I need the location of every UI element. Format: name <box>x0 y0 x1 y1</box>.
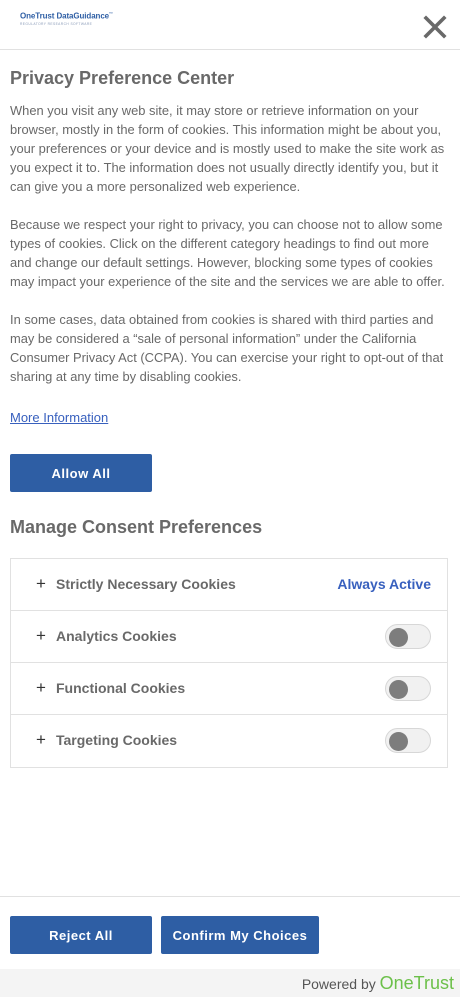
category-analytics[interactable]: + Analytics Cookies <box>11 611 447 663</box>
confirm-my-choices-button[interactable]: Confirm My Choices <box>161 916 319 954</box>
description: When you visit any web site, it may stor… <box>10 101 450 386</box>
category-targeting[interactable]: + Targeting Cookies <box>11 715 447 767</box>
logo-wordmark: OneTrust DataGuidance™ <box>20 11 113 21</box>
close-icon[interactable] <box>422 14 448 40</box>
category-label: Analytics Cookies <box>56 628 177 644</box>
plus-icon: + <box>36 730 46 749</box>
page-title: Privacy Preference Center <box>10 68 235 88</box>
category-label: Targeting Cookies <box>56 732 178 748</box>
always-active-status: Always Active <box>337 576 431 592</box>
consent-category-list: + Strictly Necessary Cookies Always Acti… <box>10 558 448 768</box>
toggle-knob <box>389 627 408 647</box>
category-label: Functional Cookies <box>56 680 186 696</box>
onetrust-brand: OneTrust <box>379 973 454 993</box>
logo-tagline: Regulatory Research Software <box>20 21 93 26</box>
category-functional[interactable]: + Functional Cookies <box>11 663 447 715</box>
plus-icon: + <box>36 626 46 645</box>
powered-by-bar: Powered by OneTrust <box>0 969 460 997</box>
reject-all-button[interactable]: Reject All <box>10 916 152 954</box>
allow-all-button[interactable]: Allow All <box>10 454 152 492</box>
more-information-link[interactable]: More Information <box>10 410 108 425</box>
category-label: Strictly Necessary Cookies <box>56 576 236 592</box>
analytics-toggle[interactable] <box>385 624 431 649</box>
description-paragraph: In some cases, data obtained from cookie… <box>10 312 444 384</box>
functional-toggle[interactable] <box>385 676 431 701</box>
powered-by-label: Powered by <box>301 976 376 992</box>
plus-icon: + <box>36 678 46 697</box>
preference-center-header: OneTrust DataGuidance™ Regulatory Resear… <box>0 0 460 50</box>
targeting-toggle[interactable] <box>385 728 431 753</box>
toggle-knob <box>389 679 408 699</box>
powered-by-onetrust-link[interactable]: Powered by OneTrust <box>302 973 454 994</box>
toggle-knob <box>389 731 408 751</box>
plus-icon: + <box>36 574 46 593</box>
category-strictly-necessary[interactable]: + Strictly Necessary Cookies Always Acti… <box>11 559 447 611</box>
description-paragraph: Because we respect your right to privacy… <box>10 217 445 289</box>
description-paragraph: When you visit any web site, it may stor… <box>10 103 445 194</box>
preference-center-footer: Reject All Confirm My Choices Powered by… <box>0 896 460 997</box>
manage-consent-title: Manage Consent Preferences <box>10 517 263 537</box>
onetrust-dataguidance-logo: OneTrust DataGuidance™ Regulatory Resear… <box>20 11 113 26</box>
